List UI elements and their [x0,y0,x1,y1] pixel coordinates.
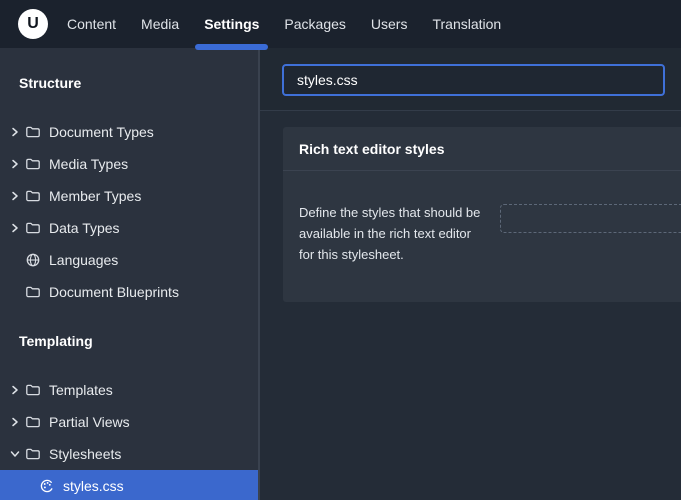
tab-users[interactable]: Users [371,0,408,48]
property-description: Define the styles that should be availab… [299,202,477,265]
sidebar-item-styles-css[interactable]: styles.css [0,470,258,500]
rich-text-editor-styles-panel: Rich text editor styles Define the style… [283,127,681,302]
stylesheet-editor: Rich text editor styles Define the style… [260,48,681,500]
chevron-down-icon[interactable] [8,447,22,461]
palette-icon [39,478,55,494]
folder-icon [25,414,41,430]
folder-icon [25,124,41,140]
sidebar-item-stylesheets[interactable]: Stylesheets [0,438,258,470]
tab-media[interactable]: Media [141,0,179,48]
sidebar-item-templates[interactable]: Templates [0,374,258,406]
tree-section-templating: Templating [0,308,258,374]
chevron-right-icon[interactable] [8,383,22,397]
folder-icon [25,446,41,462]
sidebar-item-media-types[interactable]: Media Types [0,148,258,180]
folder-icon [25,188,41,204]
section-tabs: Content Media Settings Packages Users Tr… [67,0,501,48]
chevron-right-icon[interactable] [8,221,22,235]
sidebar-item-languages[interactable]: Languages [0,244,258,276]
tab-packages[interactable]: Packages [284,0,345,48]
sidebar-item-document-blueprints[interactable]: Document Blueprints [0,276,258,308]
umbraco-logo[interactable]: U [18,9,48,39]
top-navigation: U Content Media Settings Packages Users … [0,0,681,48]
sidebar-item-data-types[interactable]: Data Types [0,212,258,244]
globe-icon [25,252,41,268]
chevron-right-icon[interactable] [8,125,22,139]
tab-settings[interactable]: Settings [204,0,259,48]
tree-section-structure: Structure [0,48,258,116]
tab-content[interactable]: Content [67,0,116,48]
sidebar-item-member-types[interactable]: Member Types [0,180,258,212]
sidebar-item-document-types[interactable]: Document Types [0,116,258,148]
chevron-right-icon[interactable] [8,157,22,171]
settings-tree-sidebar: Structure Document Types Media Types Mem… [0,48,260,500]
tab-translation[interactable]: Translation [432,0,501,48]
chevron-right-icon[interactable] [8,415,22,429]
add-style-dropzone[interactable] [500,204,681,233]
umbraco-logo-letter: U [27,15,39,33]
folder-icon [25,220,41,236]
folder-icon [25,382,41,398]
editor-content-area: Rich text editor styles Define the style… [260,111,681,500]
editor-name-bar [260,48,681,111]
sidebar-item-partial-views[interactable]: Partial Views [0,406,258,438]
stylesheet-name-input[interactable] [282,64,665,96]
folder-icon [25,284,41,300]
panel-title: Rich text editor styles [283,127,681,171]
folder-icon [25,156,41,172]
chevron-right-icon[interactable] [8,189,22,203]
